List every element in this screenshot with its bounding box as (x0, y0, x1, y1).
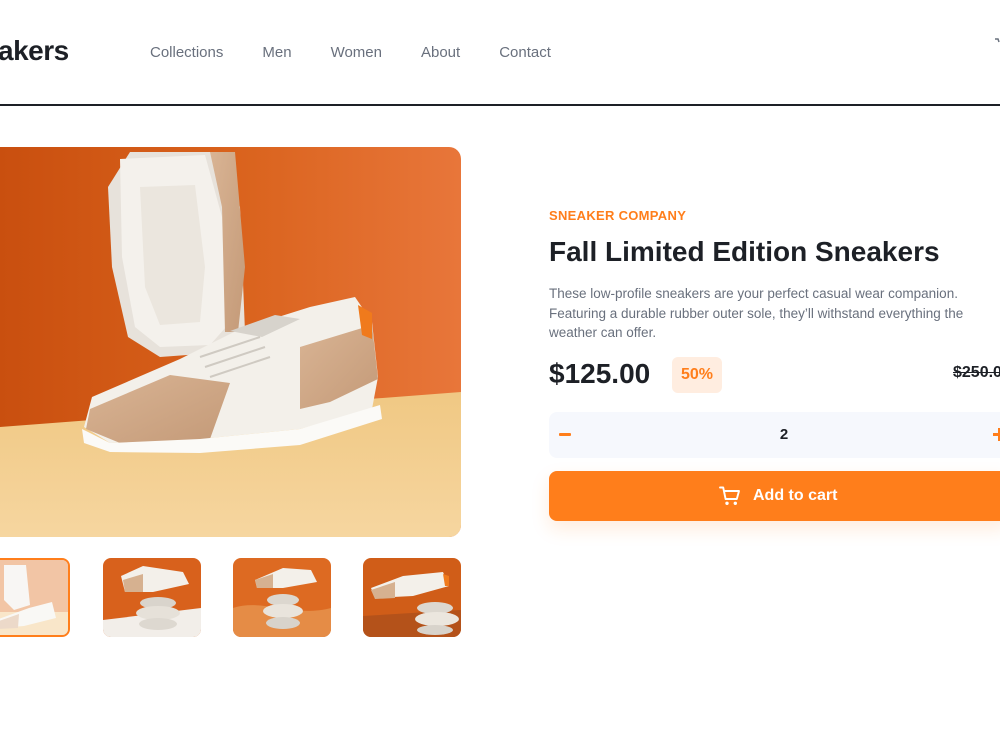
thumbnail-image (233, 558, 331, 637)
product-description: These low-profile sneakers are your perf… (549, 286, 964, 340)
nav-item-men[interactable]: Men (262, 44, 291, 61)
company-name: SNEAKER COMPANY (549, 208, 687, 223)
add-to-cart-button[interactable]: Add to cart (549, 471, 1000, 521)
main-nav: Collections Men Women About Contact (150, 44, 590, 61)
thumbnail-1[interactable] (0, 558, 70, 637)
nav-item-about[interactable]: About (421, 44, 460, 61)
site-header: akers Collections Men Women About Contac… (0, 0, 1000, 106)
thumbnail-image (363, 558, 461, 637)
sneaker-photo (0, 147, 461, 537)
original-price: $250.0 (953, 364, 1000, 381)
thumbnail-3[interactable] (233, 558, 331, 637)
quantity-stepper: 2 (549, 412, 1000, 458)
cart-icon[interactable] (994, 38, 1000, 50)
current-price: $125.00 (549, 358, 651, 389)
product-title: Fall Limited Edition Sneakers (549, 236, 940, 267)
thumbnail-image (103, 558, 201, 637)
product-main-image[interactable] (0, 147, 461, 537)
discount-badge: 50% (672, 357, 722, 393)
nav-item-women[interactable]: Women (331, 44, 382, 61)
thumbnail-4[interactable] (363, 558, 461, 637)
nav-item-contact[interactable]: Contact (499, 44, 551, 61)
add-to-cart-label: Add to cart (753, 487, 838, 504)
nav-item-collections[interactable]: Collections (150, 44, 223, 61)
minus-icon[interactable] (559, 424, 573, 444)
plus-icon[interactable] (992, 424, 1000, 444)
quantity-value: 2 (779, 426, 789, 443)
cart-icon (719, 486, 740, 505)
thumbnail-2[interactable] (103, 558, 201, 637)
logo[interactable]: akers (0, 35, 69, 67)
thumbnail-image (0, 560, 68, 635)
